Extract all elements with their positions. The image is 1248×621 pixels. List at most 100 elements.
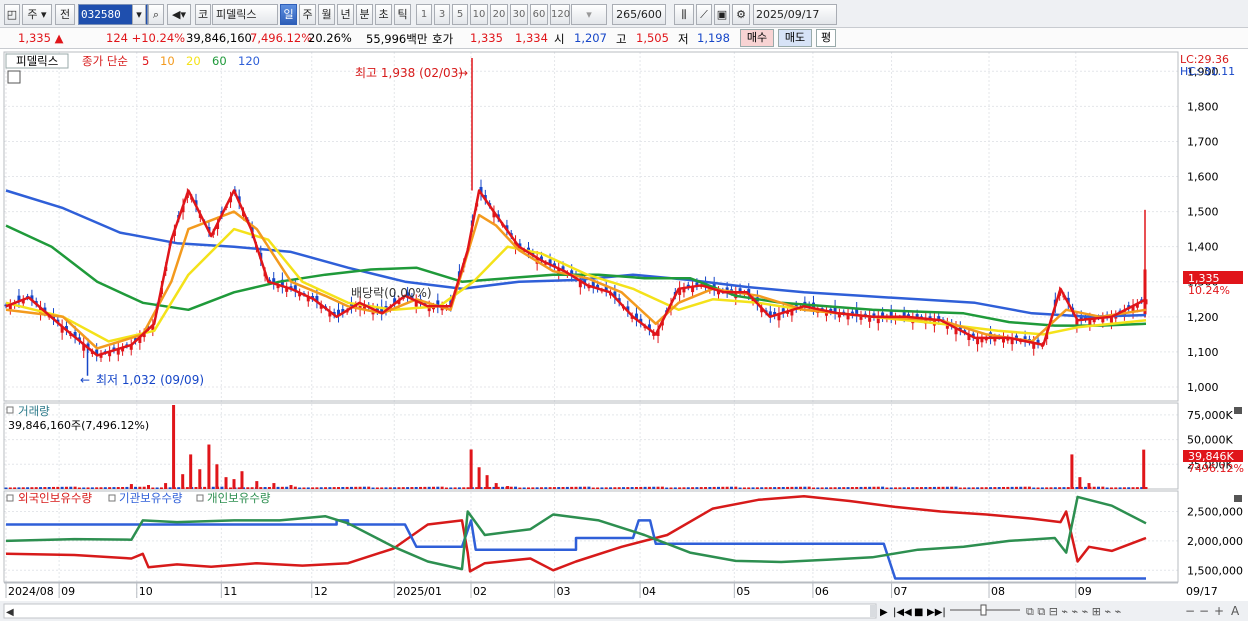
- volume-bar: [768, 487, 772, 489]
- volume-bar: [285, 486, 289, 489]
- volume-bar: [552, 487, 556, 489]
- search-icon[interactable]: ⌕: [148, 4, 164, 25]
- market-select[interactable]: 주 ▾: [22, 4, 52, 25]
- volume-bar: [26, 487, 30, 489]
- scroll-track[interactable]: [3, 603, 877, 619]
- period-tab-3[interactable]: 년: [337, 4, 354, 25]
- volume-bar: [1127, 487, 1131, 489]
- average-button[interactable]: 평: [816, 29, 836, 47]
- interval-button-20[interactable]: 20: [490, 4, 508, 25]
- volume-bar: [211, 486, 215, 489]
- sound-icon[interactable]: ◀▾: [167, 4, 191, 25]
- zoom-reset-icon[interactable]: −: [1199, 604, 1209, 618]
- ma-legend-5: 5: [142, 54, 149, 68]
- volume-bar: [1049, 487, 1053, 489]
- prev-button[interactable]: 전: [55, 4, 75, 25]
- interval-button-3[interactable]: 3: [434, 4, 450, 25]
- volume-bar: [626, 487, 630, 489]
- candle-type-icon[interactable]: ⫼: [674, 4, 694, 25]
- tool-icons[interactable]: ⧉ ⧉ ⊟ ⌁ ⌁ ⌁ ⊞ ⌁ ⌁: [1026, 605, 1121, 618]
- chart-scrollbar[interactable]: ◀ ▶ |◀◀ ■ ▶▶| ⧉ ⧉ ⊟ ⌁ ⌁ ⌁ ⊞ ⌁ ⌁ − − + A: [0, 601, 1248, 621]
- volume-bar: [928, 486, 932, 489]
- ma-legend-prefix: 종가 단순: [82, 54, 128, 68]
- volume-marker-icon: [6, 406, 14, 414]
- volume-bar: [13, 487, 17, 489]
- sell-button[interactable]: 매도: [778, 29, 812, 47]
- volume-bar: [725, 486, 729, 489]
- interval-button-10[interactable]: 10: [470, 4, 488, 25]
- code-dropdown-icon[interactable]: ▾: [132, 4, 146, 25]
- scroll-left-icon[interactable]: ◀: [6, 607, 14, 618]
- volume-bar: [1036, 487, 1040, 489]
- stock-name-field[interactable]: 피델릭스: [212, 4, 278, 25]
- settings-icon[interactable]: ⚙: [732, 4, 750, 25]
- volume-spike-bar: [232, 479, 236, 489]
- volume-bar: [388, 487, 392, 489]
- zoom-out-icon[interactable]: −: [1185, 604, 1195, 618]
- volume-bar: [86, 487, 90, 489]
- font-size-icon[interactable]: A: [1231, 604, 1240, 618]
- scroll-last-icon[interactable]: ▶▶|: [927, 607, 946, 618]
- period-tab-4[interactable]: 분: [356, 4, 373, 25]
- holding-close-icon[interactable]: [1234, 495, 1242, 502]
- scroll-right-icon[interactable]: ▶: [880, 607, 888, 618]
- zoom-in-icon[interactable]: +: [1214, 604, 1224, 618]
- chart-toolbar: ◰ 주 ▾ 전 032580 ▾ ⌕ ◀▾ 코 피델릭스 일주월년분초틱 135…: [0, 0, 1248, 28]
- volume-bar: [34, 487, 38, 489]
- volume-bar: [812, 487, 815, 489]
- volume-bar: [453, 487, 457, 489]
- interval-select[interactable]: ▾: [571, 4, 607, 25]
- data-table-icon[interactable]: [7, 70, 21, 84]
- interval-button-120[interactable]: 120: [550, 4, 570, 25]
- volume-bar: [337, 487, 340, 489]
- volume-bar: [1114, 487, 1118, 489]
- volume-bar: [1058, 487, 1062, 489]
- scroll-stop-icon[interactable]: ■: [914, 607, 923, 618]
- volume-bar: [824, 487, 828, 489]
- x-axis-label: 08: [991, 585, 1005, 598]
- interval-button-5[interactable]: 5: [452, 4, 468, 25]
- volume-bar: [1040, 487, 1044, 489]
- volume-close-icon[interactable]: [1234, 407, 1242, 414]
- period-tab-5[interactable]: 초: [375, 4, 392, 25]
- period-tab-6[interactable]: 틱: [394, 4, 411, 25]
- scroll-first-icon[interactable]: |◀◀: [893, 607, 912, 618]
- interval-button-30[interactable]: 30: [510, 4, 528, 25]
- interval-button-60[interactable]: 60: [530, 4, 548, 25]
- turnover-rate: 20.26%: [308, 31, 352, 45]
- volume-bar: [4, 487, 8, 489]
- period-tab-1[interactable]: 주: [299, 4, 316, 25]
- volume-value: 39,846,160: [186, 31, 252, 45]
- volume-bar: [729, 486, 733, 489]
- volume-bar: [781, 486, 785, 489]
- volume-bar: [362, 486, 366, 489]
- save-icon[interactable]: ▣: [714, 4, 730, 25]
- volume-bar: [250, 487, 254, 489]
- stock-label: 피델릭스: [16, 54, 58, 68]
- volume-bar: [963, 487, 967, 489]
- volume-bar: [77, 487, 81, 489]
- volume-bar: [43, 487, 47, 489]
- volume-bar: [660, 486, 664, 489]
- holding-tick-label: 2,000,000: [1187, 535, 1243, 548]
- buy-button[interactable]: 매수: [740, 29, 774, 47]
- chart-menu-icon[interactable]: ◰: [4, 4, 20, 25]
- x-axis-label: 02: [473, 585, 487, 598]
- volume-bar: [73, 486, 77, 489]
- interval-button-1[interactable]: 1: [416, 4, 432, 25]
- zoom-slider-handle[interactable]: [980, 604, 987, 616]
- count-field[interactable]: 265/600: [612, 4, 666, 25]
- period-tab-2[interactable]: 월: [318, 4, 335, 25]
- scroll-thumb[interactable]: [870, 605, 876, 617]
- volume-bar: [90, 487, 94, 489]
- volume-bar: [699, 487, 703, 489]
- stock-chart[interactable]: 1,0001,1001,2001,3001,4001,5001,6001,700…: [0, 50, 1248, 621]
- institution-holding-label: 기관보유수량: [119, 491, 183, 505]
- volume-bar: [142, 486, 146, 489]
- trend-tool-icon[interactable]: ⟋: [696, 4, 712, 25]
- period-tab-0[interactable]: 일: [280, 4, 297, 25]
- volume-bar: [937, 486, 941, 489]
- date-field[interactable]: 2025/09/17: [753, 4, 837, 25]
- market-tab[interactable]: 코: [195, 4, 211, 25]
- volume-bar: [872, 486, 876, 489]
